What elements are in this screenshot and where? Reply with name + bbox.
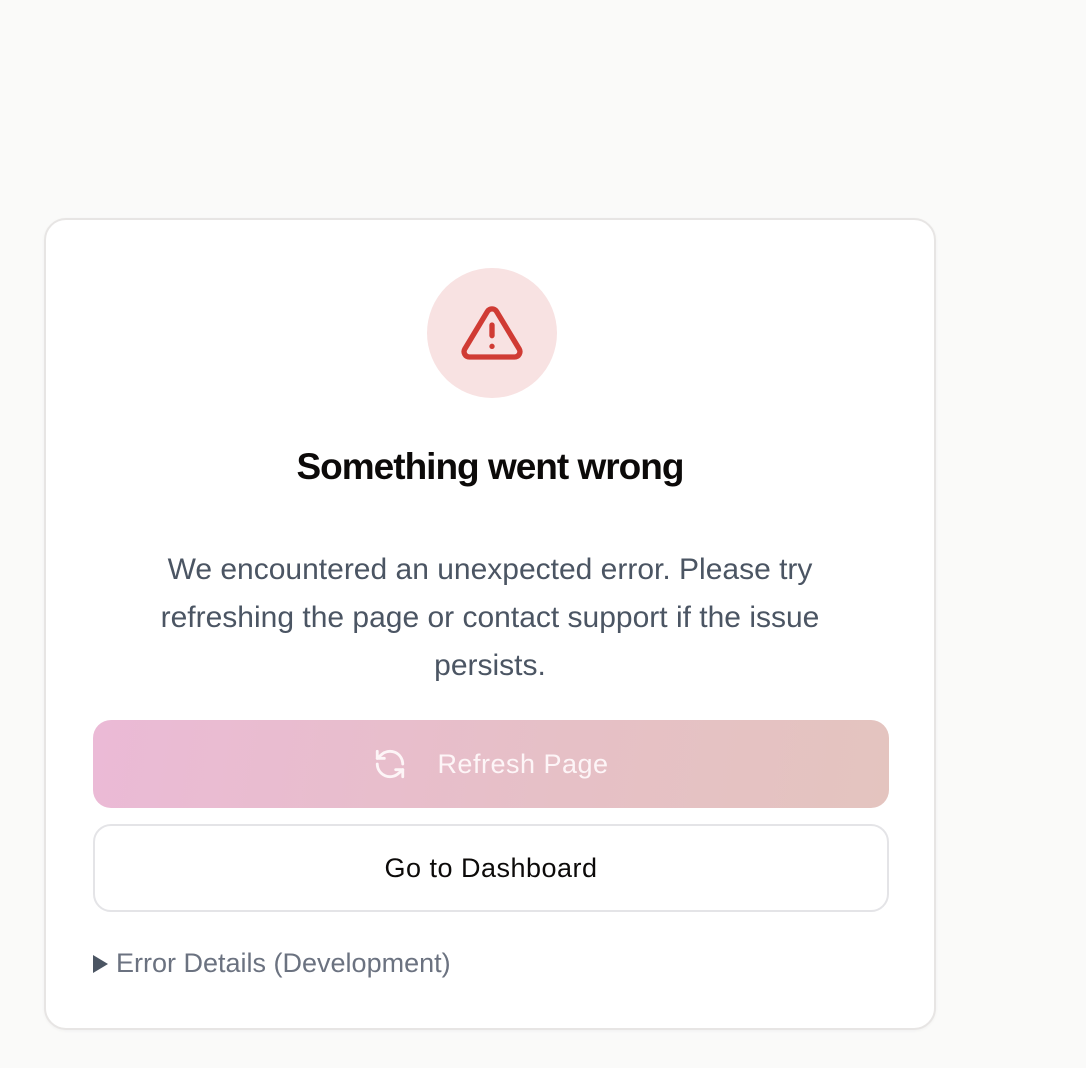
error-icon-badge (427, 268, 557, 398)
disclosure-triangle-icon (93, 954, 108, 973)
error-details-toggle[interactable]: Error Details (Development) (93, 948, 451, 979)
error-details-summary: Error Details (Development) (116, 948, 451, 978)
go-to-dashboard-button[interactable]: Go to Dashboard (93, 824, 889, 912)
go-to-dashboard-label: Go to Dashboard (384, 852, 598, 883)
warning-triangle-icon (461, 306, 523, 360)
error-message: We encountered an unexpected error. Plea… (160, 553, 820, 682)
error-title: Something went wrong (296, 446, 685, 487)
refresh-page-button[interactable]: Refresh Page (93, 720, 889, 808)
error-card: Something went wrong We encountered an u… (44, 218, 936, 1030)
refresh-icon (376, 749, 405, 779)
refresh-page-label: Refresh Page (437, 748, 609, 779)
